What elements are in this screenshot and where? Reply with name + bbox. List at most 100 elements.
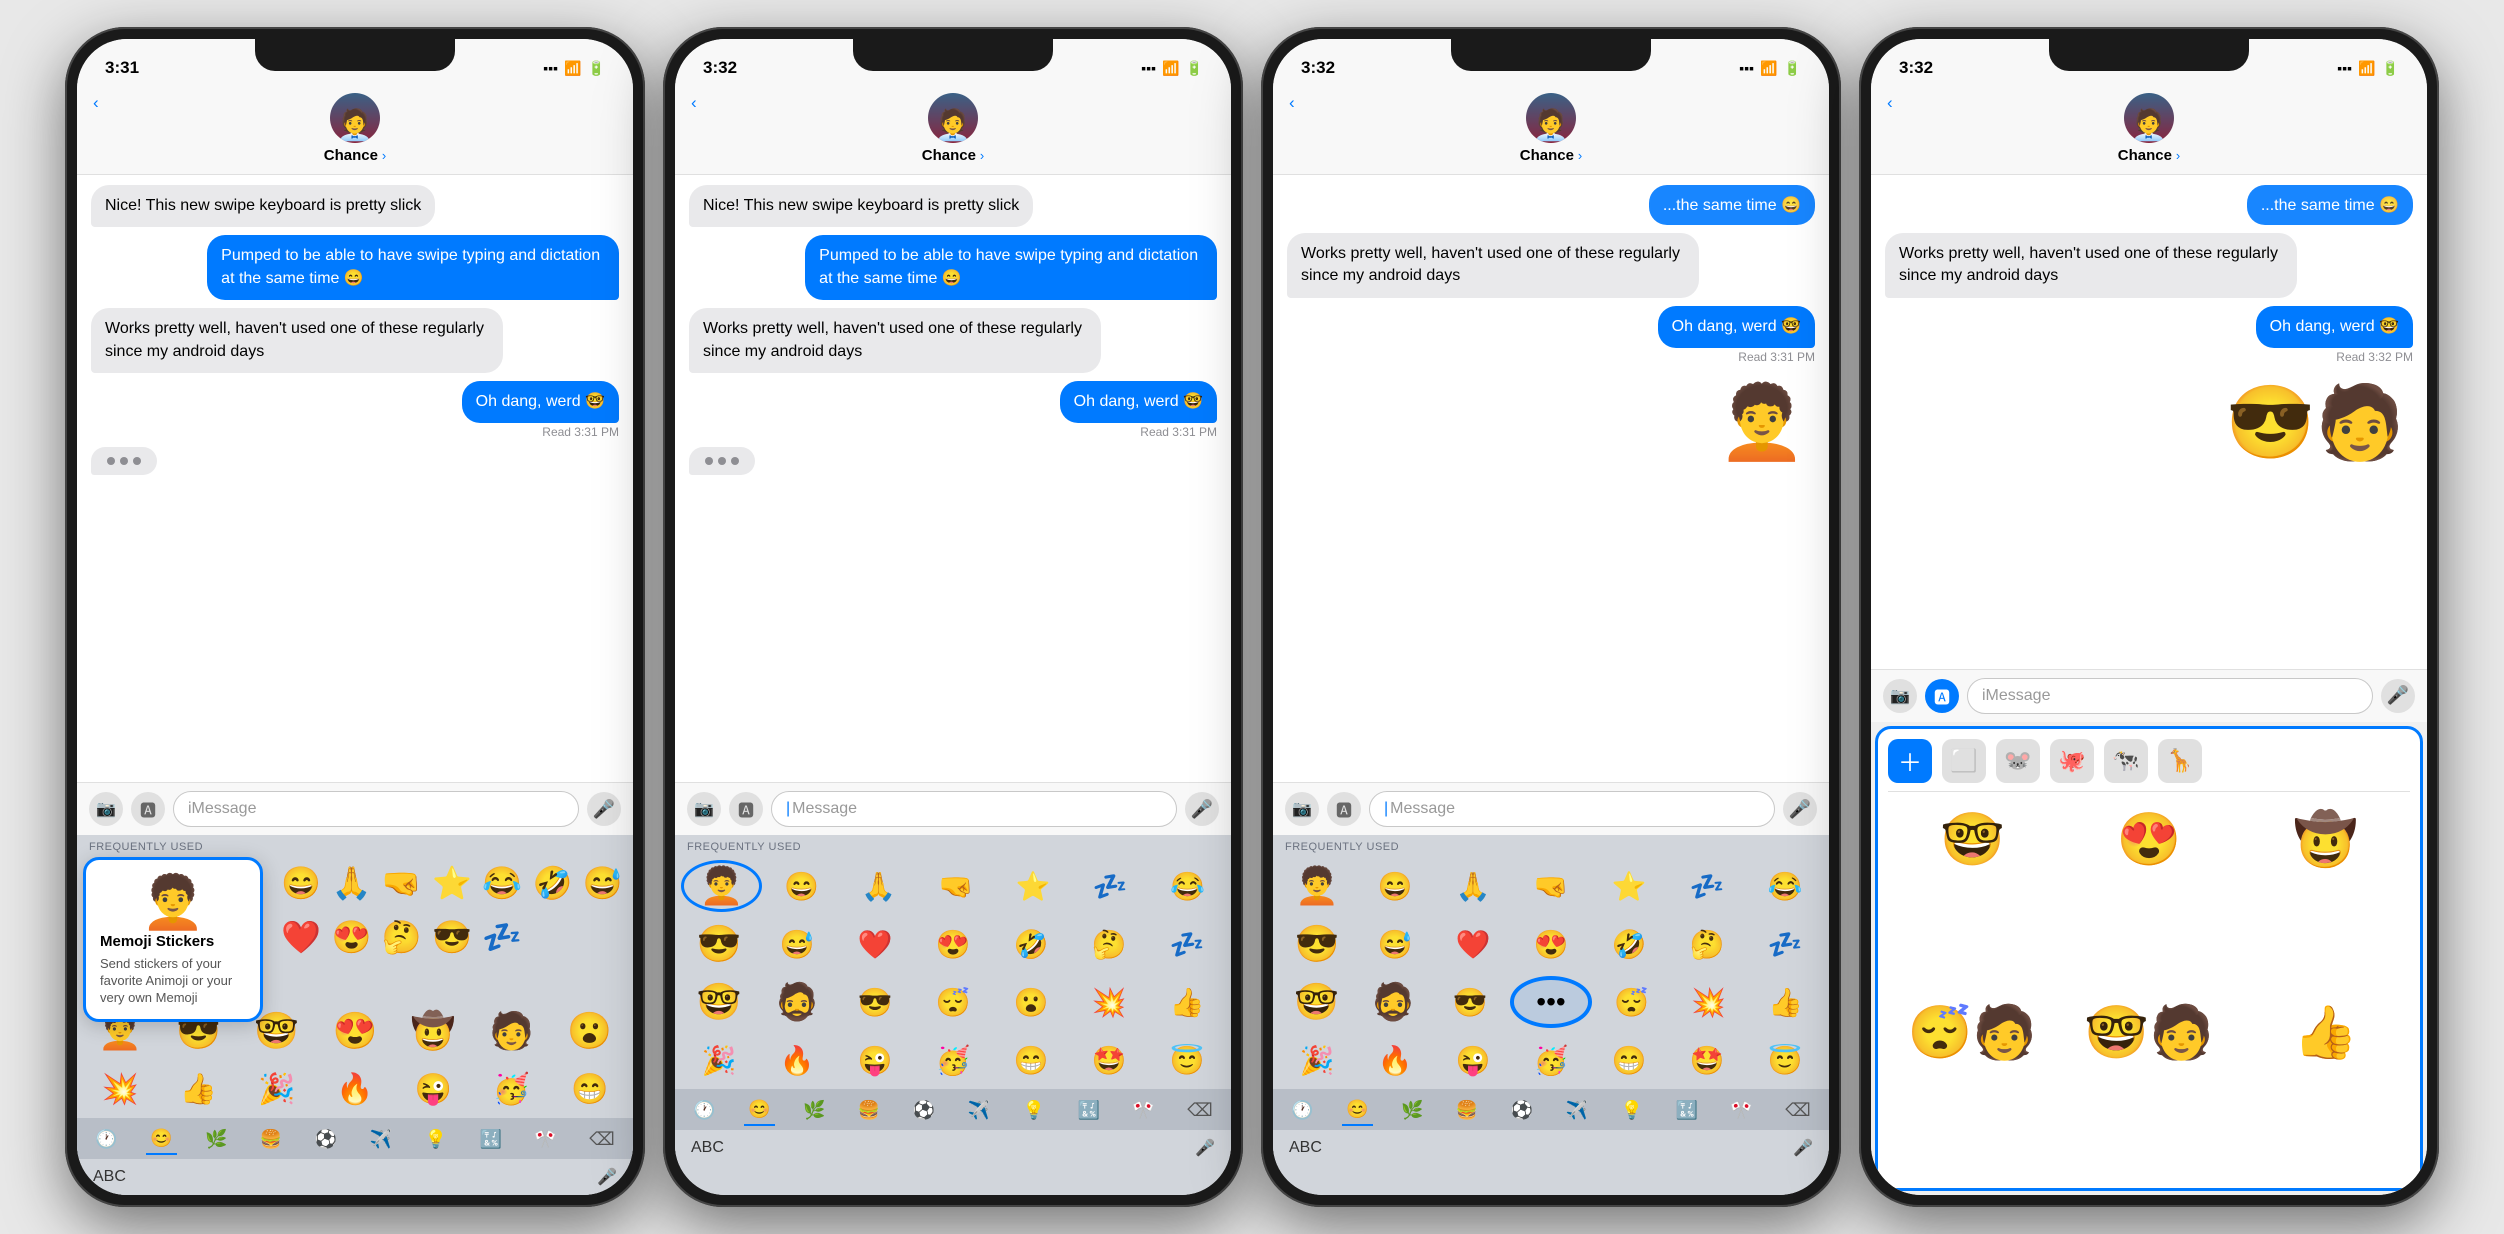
- emoji-cell[interactable]: 🔥: [759, 1034, 835, 1086]
- sticker-cell-2[interactable]: 😍: [2065, 800, 2234, 880]
- back-button[interactable]: ‹: [1887, 93, 1893, 113]
- appstore-button[interactable]: 🅰: [1327, 792, 1361, 826]
- emoji-cell[interactable]: 🥳: [1513, 1034, 1589, 1086]
- emoji-cell[interactable]: 😁: [993, 1034, 1069, 1086]
- symbols-tab[interactable]: 🔣: [475, 1125, 505, 1154]
- emoji-cell[interactable]: 😂: [478, 857, 526, 909]
- memoji-cell[interactable]: 🤠: [396, 1005, 470, 1057]
- camera-button[interactable]: 📷: [1285, 792, 1319, 826]
- emoji-cell[interactable]: 🤜: [378, 857, 426, 909]
- emoji-cell[interactable]: 😮: [993, 976, 1069, 1028]
- nature-tab[interactable]: 🌿: [201, 1125, 231, 1154]
- add-sticker-button[interactable]: ＋: [1888, 739, 1932, 783]
- memoji-cell[interactable]: 😎: [681, 918, 757, 970]
- appstore-button[interactable]: 🅰: [131, 792, 165, 826]
- emoji-cell[interactable]: 😂: [1150, 860, 1225, 912]
- memoji-cell[interactable]: 🧔: [759, 976, 835, 1028]
- emoji-tab[interactable]: 😊: [146, 1124, 176, 1155]
- sticker-cell-1[interactable]: 🤓: [1888, 800, 2057, 880]
- emoji-cell[interactable]: 😜: [837, 1034, 913, 1086]
- abc-label[interactable]: ABC: [1289, 1139, 1322, 1157]
- mic-button[interactable]: 🎤: [1783, 792, 1817, 826]
- emoji-cell[interactable]: 💥: [83, 1063, 157, 1115]
- emoji-cell[interactable]: 🤩: [1669, 1034, 1745, 1086]
- mic-button[interactable]: 🎤: [2381, 679, 2415, 713]
- flags-tab[interactable]: 🎌: [530, 1125, 560, 1154]
- activity-tab[interactable]: ⚽: [909, 1096, 939, 1125]
- appstore-button[interactable]: 🅰: [729, 792, 763, 826]
- objects-tab[interactable]: 💡: [1617, 1096, 1647, 1125]
- emoji-cell[interactable]: 🔥: [318, 1063, 392, 1115]
- mic-icon[interactable]: 🎤: [1195, 1138, 1215, 1158]
- sticker-cell-4[interactable]: 😴🧑: [1888, 993, 2057, 1073]
- travel-tab[interactable]: ✈️: [1562, 1096, 1592, 1125]
- nature-tab[interactable]: 🌿: [799, 1096, 829, 1125]
- sticker-cell-5[interactable]: 🤓🧑: [2065, 993, 2234, 1073]
- food-tab[interactable]: 🍔: [256, 1125, 286, 1154]
- message-input[interactable]: Message: [1369, 791, 1775, 827]
- emoji-cell[interactable]: 😎: [428, 911, 476, 963]
- activity-tab[interactable]: ⚽: [311, 1125, 341, 1154]
- delete-tab[interactable]: ⌫: [1183, 1096, 1216, 1125]
- camera-button[interactable]: 📷: [687, 792, 721, 826]
- emoji-cell[interactable]: 😂: [1747, 860, 1823, 912]
- emoji-cell[interactable]: 👍: [1748, 976, 1823, 1028]
- symbols-tab[interactable]: 🔣: [1671, 1096, 1701, 1125]
- memoji-cell-highlighted[interactable]: 🧑‍🦱: [681, 860, 762, 912]
- message-input[interactable]: iMessage: [173, 791, 579, 827]
- contact-name[interactable]: Chance: [1520, 147, 1574, 164]
- emoji-cell[interactable]: 🎉: [681, 1034, 757, 1086]
- memoji-cell[interactable]: 😮: [553, 1005, 627, 1057]
- emoji-cell[interactable]: 🎉: [1279, 1034, 1355, 1086]
- emoji-cell[interactable]: 🤣: [993, 918, 1069, 970]
- memoji-cell[interactable]: 😍: [318, 1005, 392, 1057]
- emoji-cell[interactable]: 🎉: [240, 1063, 314, 1115]
- emoji-cell[interactable]: 💤: [478, 911, 526, 963]
- emoji-cell[interactable]: 😍: [1513, 918, 1589, 970]
- emoji-cell[interactable]: 💤: [1747, 918, 1823, 970]
- sticker-cell-6[interactable]: 👍: [2241, 993, 2410, 1073]
- sticker-type-giraffe[interactable]: 🦒: [2158, 739, 2202, 783]
- activity-tab[interactable]: ⚽: [1507, 1096, 1537, 1125]
- emoji-cell[interactable]: 🥳: [474, 1063, 548, 1115]
- abc-label[interactable]: ABC: [691, 1139, 724, 1157]
- emoji-cell[interactable]: 😄: [277, 857, 325, 909]
- emoji-cell[interactable]: 🙏: [841, 860, 916, 912]
- mic-icon[interactable]: 🎤: [597, 1167, 617, 1187]
- emoji-cell[interactable]: 🤔: [1669, 918, 1745, 970]
- contact-name[interactable]: Chance: [324, 147, 378, 164]
- flags-tab[interactable]: 🎌: [1726, 1096, 1756, 1125]
- sticker-type-cow[interactable]: 🐄: [2104, 739, 2148, 783]
- emoji-cell[interactable]: 💤: [1073, 860, 1148, 912]
- emoji-cell[interactable]: ⭐: [996, 860, 1071, 912]
- delete-tab[interactable]: ⌫: [1781, 1096, 1814, 1125]
- memoji-cell[interactable]: 🧑‍🦱: [1279, 860, 1355, 912]
- nature-tab[interactable]: 🌿: [1397, 1096, 1427, 1125]
- emoji-cell[interactable]: 😴: [915, 976, 991, 1028]
- emoji-cell[interactable]: 😅: [759, 918, 835, 970]
- message-input[interactable]: Message: [771, 791, 1177, 827]
- emoji-cell[interactable]: 😄: [764, 860, 839, 912]
- emoji-cell[interactable]: ⭐: [1591, 860, 1667, 912]
- emoji-cell[interactable]: 🤜: [918, 860, 993, 912]
- emoji-cell[interactable]: 💥: [1071, 976, 1147, 1028]
- emoji-cell[interactable]: 😁: [553, 1063, 627, 1115]
- emoji-cell[interactable]: ❤️: [277, 911, 325, 963]
- emoji-cell[interactable]: 💥: [1671, 976, 1746, 1028]
- back-button[interactable]: ‹: [93, 93, 99, 113]
- memoji-cell[interactable]: 😎: [1279, 918, 1355, 970]
- camera-button[interactable]: 📷: [1883, 679, 1917, 713]
- recents-tab[interactable]: 🕐: [91, 1125, 121, 1154]
- emoji-cell[interactable]: 🤩: [1071, 1034, 1147, 1086]
- memoji-cell[interactable]: 🤓: [1279, 976, 1354, 1028]
- emoji-cell[interactable]: 🤔: [1071, 918, 1147, 970]
- emoji-cell[interactable]: 😜: [1435, 1034, 1511, 1086]
- emoji-cell[interactable]: 😎: [837, 976, 913, 1028]
- emoji-tab[interactable]: 😊: [744, 1095, 774, 1126]
- appstore-button-active[interactable]: 🅰: [1925, 679, 1959, 713]
- emoji-cell[interactable]: 😄: [1357, 860, 1433, 912]
- recents-tab[interactable]: 🕐: [1287, 1096, 1317, 1125]
- flags-tab[interactable]: 🎌: [1128, 1096, 1158, 1125]
- emoji-cell[interactable]: 🥳: [915, 1034, 991, 1086]
- sticker-type-octopus[interactable]: 🐙: [2050, 739, 2094, 783]
